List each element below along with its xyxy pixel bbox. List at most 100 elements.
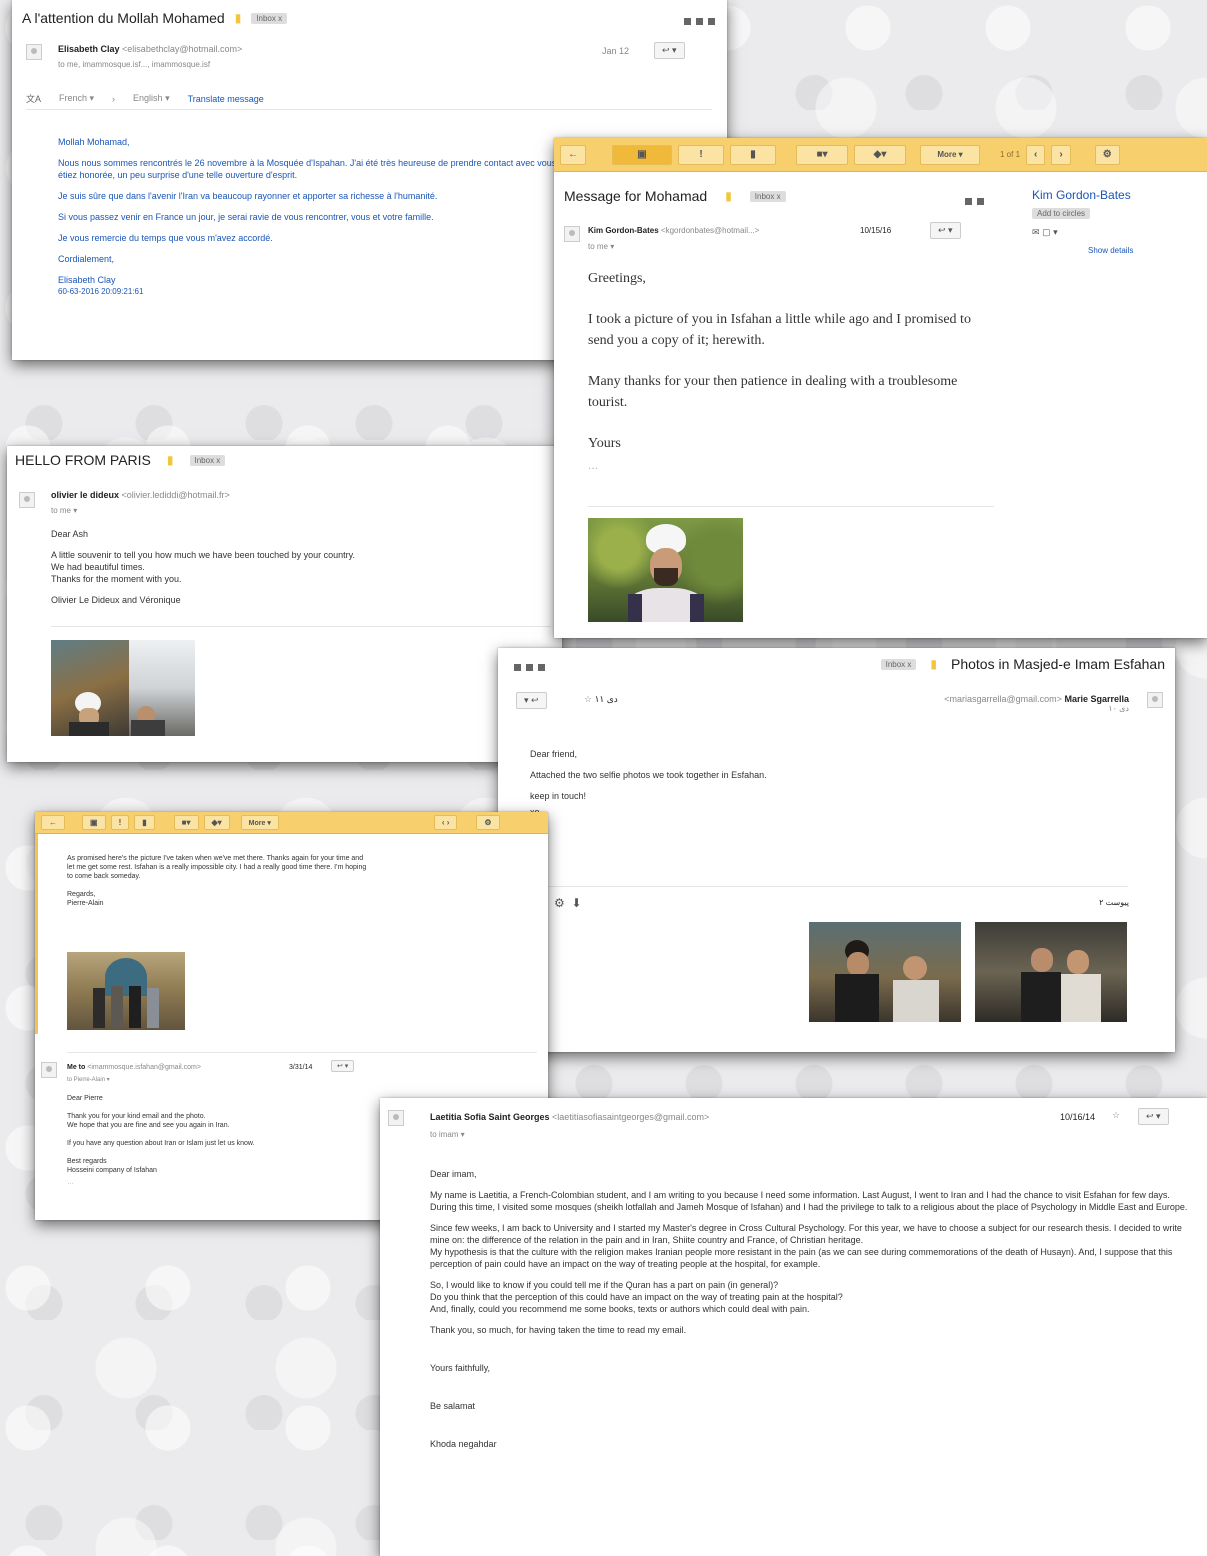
more-button[interactable]: More ▾ (920, 144, 980, 165)
move-to-button[interactable]: ■▾ (796, 144, 848, 165)
sender-name: Elisabeth Clay (58, 44, 120, 54)
attachment-count: ۲ پیوست (1099, 898, 1129, 907)
chat-icon[interactable]: ▢ (1042, 227, 1051, 237)
print-icon[interactable] (684, 18, 691, 25)
delete-button[interactable]: ▮ (134, 815, 155, 830)
recipient-line[interactable]: to Pierre-Alain ▾ (67, 1076, 110, 1083)
labels-button[interactable]: ◆▾ (854, 144, 906, 165)
email-date: 10/16/14 (1060, 1112, 1096, 1122)
show-details-link[interactable]: Show details (1088, 246, 1192, 255)
body-paragraph: Thank you, so much, for having taken the… (430, 1325, 687, 1335)
delete-button[interactable]: ▮ (730, 144, 776, 165)
sender-name: Kim Gordon-Bates (588, 226, 659, 235)
body-paragraph: Since few weeks, I am back to University… (430, 1223, 1182, 1269)
drive-save-icon[interactable]: ⚙ (554, 896, 565, 910)
print-icon[interactable] (965, 198, 972, 205)
sender-name: Marie Sgarrella (1064, 694, 1129, 704)
attachment-photo[interactable] (67, 952, 185, 1030)
inbox-label[interactable]: Inbox x (880, 658, 917, 670)
new-window-icon[interactable] (977, 198, 984, 205)
more-button[interactable]: More ▾ (240, 815, 279, 830)
sender-avatar (19, 492, 35, 508)
body-paragraph: A little souvenir to tell you how much w… (51, 550, 356, 584)
email-window-hello-paris: HELLO FROM PARIS ▮ Inbox x olivier le di… (7, 446, 562, 762)
attachment-photo[interactable] (129, 640, 195, 736)
reply-button[interactable]: ↩ ▾ (654, 42, 685, 59)
report-spam-button[interactable]: ! (110, 815, 130, 830)
labels-button[interactable]: ◆▾ (203, 815, 230, 830)
body-paragraph: Je suis sûre que dans l'avenir l'Iran va… (58, 191, 438, 201)
important-marker-icon[interactable]: ▮ (930, 657, 937, 671)
add-to-circles-button[interactable]: Add to circles (1032, 208, 1091, 219)
body-signature: x (530, 822, 950, 834)
target-language-select[interactable]: English ▾ (133, 93, 170, 104)
body-greeting: Greetings, (588, 271, 646, 286)
archive-button[interactable]: ▣ (82, 815, 106, 830)
body-signature: xo (530, 806, 950, 818)
recipient-line[interactable]: to imam ▾ (430, 1130, 465, 1139)
recipient-line[interactable]: to me ▾ (588, 242, 614, 251)
star-icon[interactable]: ☆ (584, 694, 592, 704)
inbox-label[interactable]: Inbox x (189, 454, 226, 466)
back-button[interactable]: ← (560, 144, 586, 165)
reply-button[interactable]: ↩ ▾ (930, 222, 961, 239)
expand-icon[interactable] (514, 664, 521, 671)
important-marker-icon[interactable]: ▮ (235, 11, 242, 25)
body-paragraph: My name is Laetitia, a French-Colombian … (430, 1190, 1188, 1212)
attachment-photo[interactable] (588, 518, 743, 622)
translate-icon: 文A (26, 94, 42, 104)
body-signature: Regards, Pierre-Alain (67, 891, 104, 907)
download-all-icon[interactable]: ⬇ (571, 896, 581, 910)
new-window-icon[interactable] (538, 664, 545, 671)
settings-gear-icon[interactable]: ⚙ (1094, 144, 1120, 165)
recipient-line: ۱۰ دی (1108, 704, 1129, 713)
source-language-select[interactable]: French ▾ (59, 93, 94, 104)
newer-button[interactable]: ‹ › (433, 815, 458, 830)
older-button[interactable]: › (1051, 144, 1071, 165)
important-marker-icon[interactable]: ▮ (725, 189, 732, 203)
header-actions (514, 658, 545, 676)
inbox-label[interactable]: Inbox x (251, 12, 288, 24)
trimmed-content-toggle[interactable]: … (588, 456, 988, 477)
new-window-icon[interactable] (696, 18, 703, 25)
star-icon[interactable]: ☆ (1112, 1110, 1120, 1121)
report-spam-button[interactable]: ! (678, 144, 724, 165)
body-paragraph: Thank you for your kind email and the ph… (67, 1113, 230, 1129)
contact-name[interactable]: Kim Gordon-Bates (1032, 188, 1192, 202)
print-icon[interactable] (526, 664, 533, 671)
email-window-photos-masjed: Inbox x ▮ Photos in Masjed-e Imam Esfaha… (498, 648, 1175, 1052)
body-greeting: Mollah Mohamad, (58, 137, 130, 147)
email-window-message-for-mohamad: ← ▣ ! ▮ ■▾ ◆▾ More ▾ 1 of 1 ‹ › ⚙ Messag… (554, 138, 1207, 638)
email-date: 3/31/14 (289, 1064, 313, 1071)
translate-message-link[interactable]: Translate message (188, 94, 264, 104)
newer-button[interactable]: ‹ (1026, 144, 1046, 165)
gmail-toolbar: ← ▣ ! ▮ ■▾ ◆▾ More ▾ ‹ › ⚙ (35, 812, 548, 834)
email-date: 10/15/16 (860, 226, 892, 235)
email-icon[interactable]: ✉ (1032, 227, 1040, 237)
reply-button[interactable]: ↩ ▾ (331, 1060, 355, 1072)
recipient-line[interactable]: to me ▾ (51, 506, 77, 515)
move-to-button[interactable]: ■▾ (173, 815, 199, 830)
attachment-photo[interactable] (51, 640, 129, 736)
trimmed-content-toggle[interactable]: … (67, 1177, 367, 1189)
body-greeting: Dear friend, (530, 749, 578, 759)
reply-button[interactable]: ▾ ↩ (516, 692, 547, 709)
settings-gear-icon[interactable]: ⚙ (476, 815, 500, 830)
body-signature: Elisabeth Clay (58, 275, 116, 285)
body-closing: Yours faithfully, (430, 1363, 491, 1373)
inbox-label[interactable]: Inbox x (749, 190, 786, 202)
recipient-line[interactable]: to me, imammosque.isf..., imammosque.isf (58, 60, 210, 69)
back-button[interactable]: ← (41, 815, 65, 830)
expand-icon[interactable] (708, 18, 715, 25)
body-paragraph: I took a picture of you in Isfahan a lit… (588, 312, 971, 348)
body-signature: Olivier Le Dideux and Véronique (51, 595, 181, 605)
important-marker-icon[interactable]: ▮ (167, 453, 174, 467)
body-closing: Yours (588, 436, 621, 451)
email-date: ۱۱ دی (594, 694, 618, 704)
body-paragraph: If you have any question about Iran or I… (67, 1140, 255, 1147)
attachment-photo[interactable] (975, 922, 1127, 1022)
attachment-photo[interactable] (809, 922, 961, 1022)
archive-button[interactable]: ▣ (612, 144, 672, 165)
email-date-rtl: ☆ ۱۱ دی (584, 694, 618, 705)
reply-button[interactable]: ↩ ▾ (1138, 1108, 1169, 1125)
